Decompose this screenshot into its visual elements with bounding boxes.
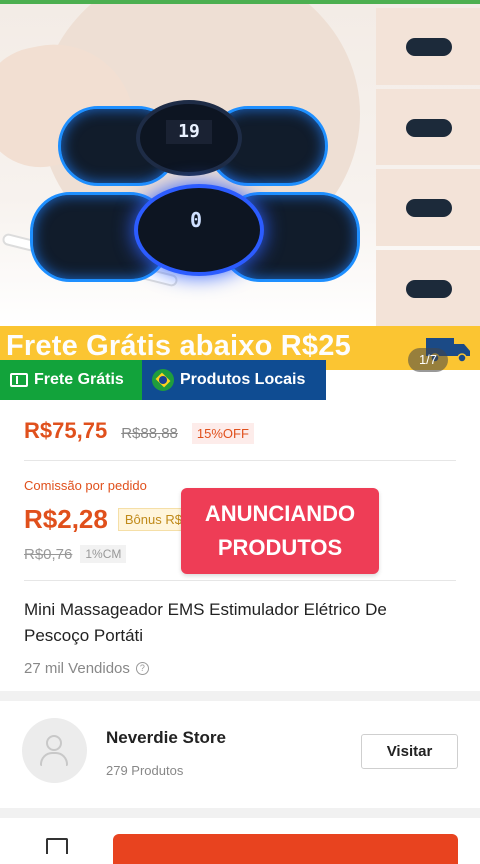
image-thumbnails <box>376 8 480 326</box>
massager-display: 19 <box>166 120 212 144</box>
local-products-tag: Produtos Locais <box>142 360 326 400</box>
product-title: Mini Massageador EMS Estimulador Elétric… <box>24 600 387 645</box>
bonus-badge: Bônus R$ <box>117 508 189 531</box>
product-tags: Frete Grátis Produtos Locais <box>0 360 326 400</box>
free-shipping-tag-label: Frete Grátis <box>34 371 124 388</box>
visit-store-button[interactable]: Visitar <box>361 734 458 769</box>
store-product-count: 279 Produtos <box>106 763 184 778</box>
store-name[interactable]: Neverdie Store <box>106 728 226 748</box>
brazil-flag-icon <box>152 369 174 391</box>
commission-percent-badge: 1%CM <box>80 545 127 563</box>
image-counter: 1/7 <box>408 348 448 372</box>
product-image[interactable]: 19 0 <box>0 4 480 326</box>
local-products-tag-label: Produtos Locais <box>180 371 306 388</box>
commission-sub-row: R$0,76 1%CM <box>24 545 127 563</box>
promo-overlay-label: ANUNCIANDO PRODUTOS <box>181 488 379 574</box>
banner-text: Frete Grátis abaixo R$25 <box>6 330 351 362</box>
massager-display: 0 <box>189 208 203 232</box>
thumbnail <box>376 8 480 85</box>
person-icon-head <box>46 735 62 751</box>
commission-label: Comissão por pedido <box>24 478 147 493</box>
commission-value: R$2,28 <box>24 504 108 534</box>
ticket-icon <box>10 373 28 387</box>
help-icon[interactable]: ? <box>135 662 149 675</box>
massager-lower: 0 <box>30 184 360 284</box>
section-separator <box>0 691 480 701</box>
overlay-line-2: PRODUTOS <box>217 535 343 560</box>
primary-action-button[interactable] <box>113 834 458 864</box>
thumbnail <box>376 249 480 326</box>
current-price: R$75,75 <box>24 418 108 443</box>
sold-count: 27 mil Vendidos <box>24 660 130 677</box>
massager-control-pod: 0 <box>134 184 264 276</box>
person-icon-body <box>40 752 68 766</box>
discount-badge: 15%OFF <box>191 423 254 444</box>
store-avatar[interactable] <box>22 718 87 783</box>
massager-control-pod: 19 <box>136 100 242 176</box>
section-separator <box>0 808 480 818</box>
divider <box>24 580 456 581</box>
thumbnail <box>376 88 480 165</box>
sold-row: 27 mil Vendidos ? <box>24 660 149 677</box>
thumbnail <box>376 169 480 246</box>
price-row: R$75,75 R$88,88 15%OFF <box>24 418 254 444</box>
divider <box>24 460 456 461</box>
free-shipping-tag: Frete Grátis <box>0 360 142 400</box>
commission-row: R$2,28 Bônus R$ <box>24 504 189 535</box>
overlay-line-1: ANUNCIANDO <box>204 501 356 526</box>
store-icon[interactable] <box>46 838 68 854</box>
original-price: R$88,88 <box>121 425 178 442</box>
commission-old-value: R$0,76 <box>24 545 73 563</box>
massager-upper: 19 <box>58 100 328 190</box>
